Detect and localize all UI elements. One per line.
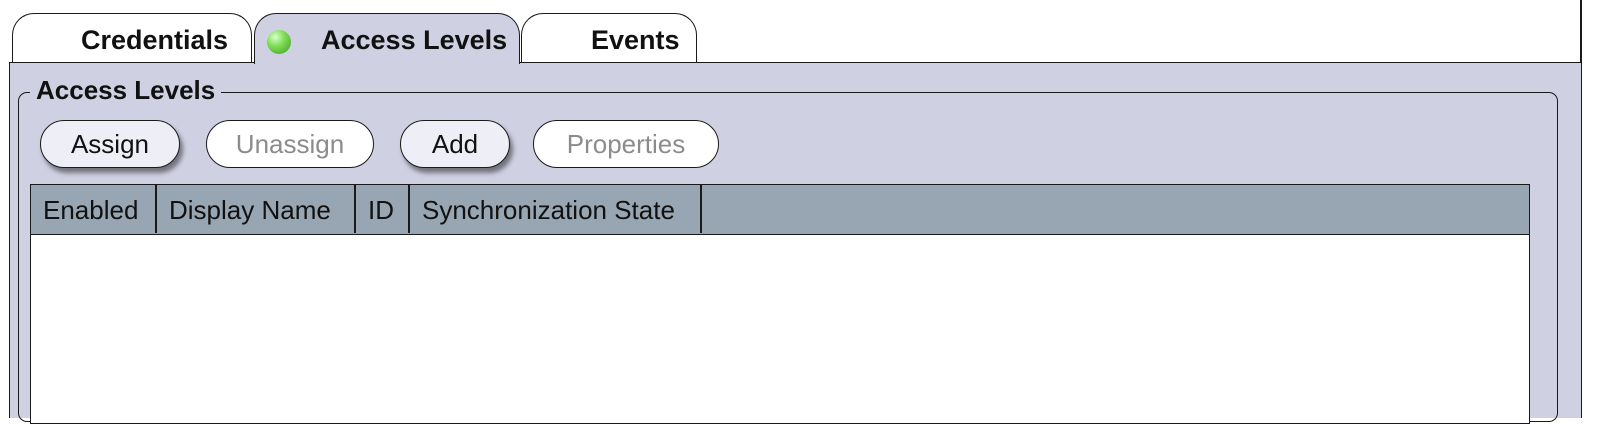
table-header: Enabled Display Name ID Synchronization … <box>31 185 1529 235</box>
tab-credentials[interactable]: Credentials <box>12 13 252 63</box>
unassign-button[interactable]: Unassign <box>206 120 374 168</box>
tab-events[interactable]: Events <box>521 13 697 63</box>
assign-button[interactable]: Assign <box>40 120 180 168</box>
status-indicator-icon <box>267 30 291 54</box>
tab-access-levels-label: Access Levels <box>321 25 508 55</box>
column-header-display-name[interactable]: Display Name <box>157 185 356 233</box>
access-levels-table[interactable]: Enabled Display Name ID Synchronization … <box>30 184 1530 424</box>
tab-access-levels[interactable]: Access Levels <box>254 13 520 64</box>
column-header-id[interactable]: ID <box>356 185 410 233</box>
tab-credentials-label: Credentials <box>81 25 229 55</box>
groupbox-title: Access Levels <box>30 75 222 106</box>
properties-button[interactable]: Properties <box>533 120 719 168</box>
column-header-enabled[interactable]: Enabled <box>31 185 157 233</box>
tab-events-label: Events <box>591 25 680 55</box>
column-header-synchronization-state[interactable]: Synchronization State <box>410 185 702 233</box>
add-button[interactable]: Add <box>400 120 510 168</box>
